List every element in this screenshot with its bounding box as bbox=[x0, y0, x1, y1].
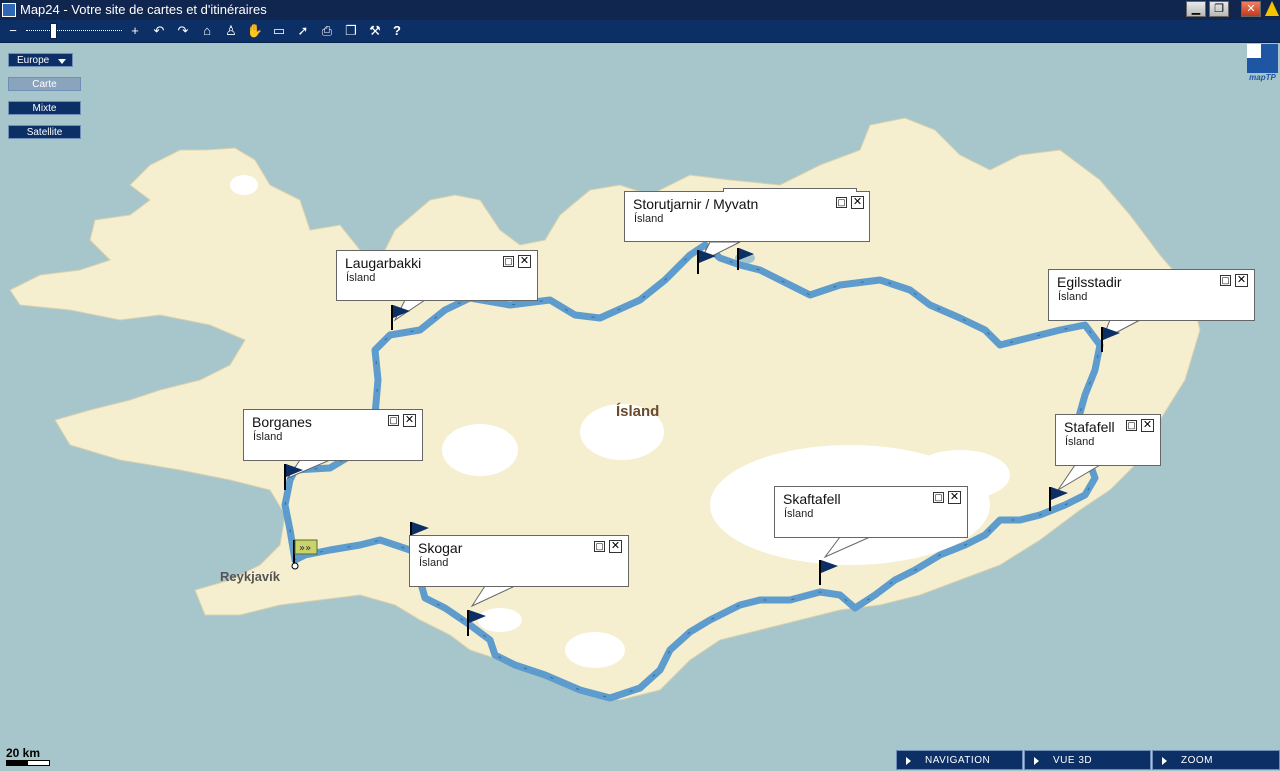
popup-title: Stafafell bbox=[1064, 419, 1115, 435]
pointer-icon[interactable]: ➚ bbox=[294, 22, 312, 40]
expand-icon[interactable]: ▢ bbox=[388, 415, 399, 426]
expand-icon[interactable]: ▢ bbox=[1126, 420, 1137, 431]
svg-text:»»: »» bbox=[299, 543, 311, 554]
hand-icon[interactable]: ✋ bbox=[246, 22, 264, 40]
region-select[interactable]: Europe bbox=[8, 53, 73, 67]
scale-bar: 20 km bbox=[6, 746, 50, 766]
app-icon bbox=[2, 3, 16, 17]
popup-title: Laugarbakki bbox=[345, 255, 422, 271]
popup-borganes: Borganes Ísland ▢ ✕ bbox=[243, 409, 423, 461]
popup-title: Egilsstadir bbox=[1057, 274, 1122, 290]
chevron-down-icon bbox=[58, 59, 66, 64]
popup-country: Ísland bbox=[1065, 436, 1095, 448]
expand-icon[interactable]: ▢ bbox=[1220, 275, 1231, 286]
popup-title: Skogar bbox=[418, 540, 463, 556]
warning-icon bbox=[1265, 1, 1279, 16]
close-icon[interactable]: ✕ bbox=[948, 491, 961, 504]
close-icon[interactable]: ✕ bbox=[403, 414, 416, 427]
home-icon[interactable]: ⌂ bbox=[198, 22, 216, 40]
close-icon[interactable]: ✕ bbox=[518, 255, 531, 268]
help-icon[interactable]: ? bbox=[388, 22, 406, 40]
play-icon bbox=[906, 757, 911, 765]
popup-stafafell: Stafafell Ísland ▢ ✕ bbox=[1055, 414, 1161, 466]
close-icon[interactable]: ✕ bbox=[1235, 274, 1248, 287]
person-icon[interactable]: ♙ bbox=[222, 22, 240, 40]
glacier bbox=[442, 424, 518, 476]
popup-storutjarnir: Storutjarnir / Myvatn Ísland ▢ ✕ bbox=[624, 188, 870, 242]
glacier bbox=[230, 175, 258, 195]
glacier bbox=[478, 608, 522, 632]
scale-bar-graphic bbox=[6, 760, 50, 766]
popup-country: Ísland bbox=[1058, 291, 1088, 303]
popup-title: Skaftafell bbox=[783, 491, 841, 507]
region-select-label: Europe bbox=[17, 55, 50, 66]
undo-icon[interactable]: ↶ bbox=[150, 22, 168, 40]
measure-icon[interactable]: ▭ bbox=[270, 22, 288, 40]
logo-text: mapTP bbox=[1249, 73, 1276, 82]
popup-country: Ísland bbox=[253, 431, 283, 443]
title-bar: Map24 - Votre site de cartes et d'itinér… bbox=[0, 0, 1280, 20]
expand-icon[interactable]: ▢ bbox=[503, 256, 514, 267]
zoom-button[interactable]: ZOOM bbox=[1152, 750, 1280, 770]
tools-icon[interactable]: ⚒ bbox=[366, 22, 384, 40]
close-button[interactable]: ✕ bbox=[1241, 1, 1261, 17]
map24-logo: mapTP bbox=[1247, 44, 1278, 84]
zoom-out-button[interactable]: − bbox=[4, 22, 22, 40]
popup-back-edge bbox=[723, 188, 857, 192]
popup-country: Ísland bbox=[346, 272, 376, 284]
zoom-slider-thumb[interactable] bbox=[50, 23, 57, 39]
glacier bbox=[565, 632, 625, 668]
vue-3d-label: VUE 3D bbox=[1053, 755, 1093, 766]
navigation-button[interactable]: NAVIGATION bbox=[896, 750, 1023, 770]
print-icon[interactable]: ⎙ bbox=[318, 22, 336, 40]
redo-icon[interactable]: ↷ bbox=[174, 22, 192, 40]
toolbar: − + ↶ ↷ ⌂ ♙ ✋ ▭ ➚ ⎙ ❐ ⚒ ? bbox=[0, 20, 1280, 43]
zoom-in-button[interactable]: + bbox=[126, 22, 144, 40]
popup-country: Ísland bbox=[634, 213, 664, 225]
expand-icon[interactable]: ▢ bbox=[594, 541, 605, 552]
mode-carte-button[interactable]: Carte bbox=[8, 77, 81, 91]
city-label-reykjavik: Reykjavík bbox=[220, 569, 280, 584]
mode-mixte-button[interactable]: Mixte bbox=[8, 101, 81, 115]
close-icon[interactable]: ✕ bbox=[1141, 419, 1154, 432]
popup-skogar: Skogar Ísland ▢ ✕ bbox=[409, 535, 629, 587]
expand-icon[interactable]: ▢ bbox=[933, 492, 944, 503]
mode-satellite-button[interactable]: Satellite bbox=[8, 125, 81, 139]
popup-title: Borganes bbox=[252, 414, 312, 430]
vue-3d-button[interactable]: VUE 3D bbox=[1024, 750, 1151, 770]
scale-label: 20 km bbox=[6, 746, 41, 760]
window-icon[interactable]: ❐ bbox=[342, 22, 360, 40]
close-icon[interactable]: ✕ bbox=[851, 196, 864, 209]
play-icon bbox=[1034, 757, 1039, 765]
minimize-button[interactable]: ▁ bbox=[1186, 1, 1206, 17]
navigation-label: NAVIGATION bbox=[925, 755, 991, 766]
expand-icon[interactable]: ▢ bbox=[836, 197, 847, 208]
popup-title: Storutjarnir / Myvatn bbox=[633, 196, 759, 212]
zoom-label: ZOOM bbox=[1181, 755, 1213, 766]
popup-country: Ísland bbox=[419, 557, 449, 569]
close-icon[interactable]: ✕ bbox=[609, 540, 622, 553]
popup-egilsstadir: Egilsstadir Ísland ▢ ✕ bbox=[1048, 269, 1255, 321]
popup-laugarbakki: Laugarbakki Ísland ▢ ✕ bbox=[336, 250, 538, 301]
zoom-slider-track[interactable] bbox=[26, 30, 122, 33]
restore-button[interactable]: ❐ bbox=[1209, 1, 1229, 17]
popup-skaftafell: Skaftafell Ísland ▢ ✕ bbox=[774, 486, 968, 538]
country-label: Ísland bbox=[616, 403, 660, 420]
window-title: Map24 - Votre site de cartes et d'itinér… bbox=[20, 2, 267, 17]
play-icon bbox=[1162, 757, 1167, 765]
popup-country: Ísland bbox=[784, 508, 814, 520]
